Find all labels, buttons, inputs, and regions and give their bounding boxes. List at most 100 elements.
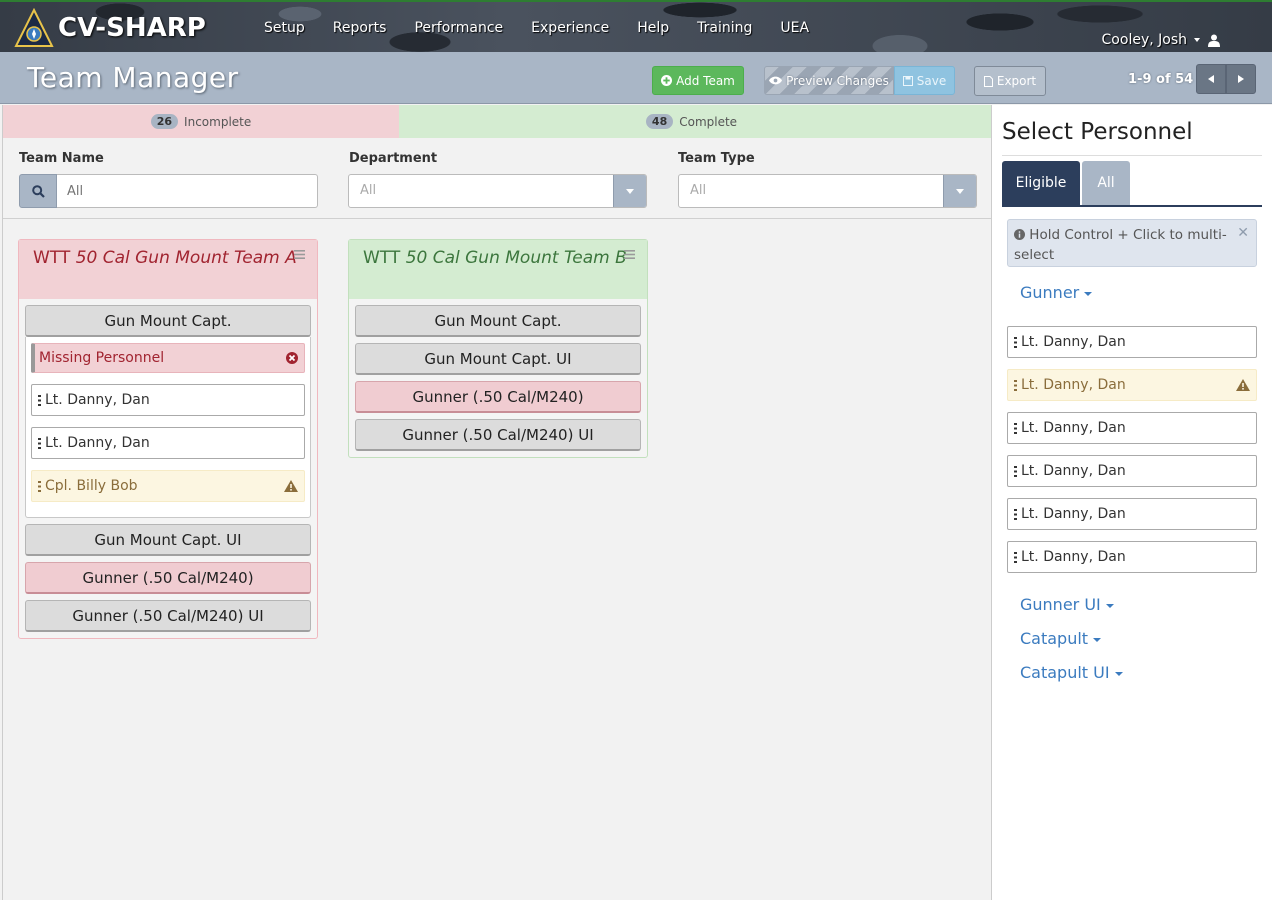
status-complete[interactable]: 48 Complete: [399, 105, 992, 138]
personnel-item[interactable]: Lt. Danny, Dan: [1007, 412, 1257, 444]
preview-label: Preview Changes: [786, 73, 889, 88]
personnel-item[interactable]: Lt. Danny, Dan: [1007, 326, 1257, 358]
role-gunner-ui[interactable]: Gunner (.50 Cal/M240) UI: [25, 600, 311, 632]
add-team-button[interactable]: Add Team: [652, 66, 744, 95]
floppy-icon: [902, 75, 913, 86]
team-name-input[interactable]: [57, 174, 318, 208]
top-navbar: CV-SHARP Setup Reports Performance Exper…: [0, 0, 1272, 52]
drag-handle-icon[interactable]: [1014, 336, 1017, 348]
user-icon: [1208, 34, 1220, 47]
remove-circle-icon[interactable]: [286, 352, 298, 364]
status-bar: 26 Incomplete 48 Complete: [3, 105, 992, 138]
personnel-item-warning[interactable]: Lt. Danny, Dan: [1007, 369, 1257, 401]
drag-handle-icon[interactable]: [38, 480, 41, 492]
nav-performance[interactable]: Performance: [400, 20, 517, 36]
caret-left-icon: [1208, 75, 1214, 83]
nav-training[interactable]: Training: [683, 20, 766, 36]
tab-eligible[interactable]: Eligible: [1002, 161, 1080, 205]
select-personnel-panel: Select Personnel Eligible All Hold Contr…: [991, 105, 1272, 900]
panel-divider: [1002, 155, 1262, 156]
info-text: Hold Control + Click to multi-select: [1014, 227, 1227, 263]
group-catapult[interactable]: Catapult: [1020, 629, 1102, 648]
person-name: Lt. Danny, Dan: [1021, 506, 1126, 522]
tab-all[interactable]: All: [1082, 161, 1130, 205]
department-select[interactable]: All: [348, 174, 647, 208]
caret-down-icon: [1105, 603, 1114, 608]
team-type-label: Team Type: [678, 151, 755, 166]
role-gun-mount-capt[interactable]: Gun Mount Capt.: [25, 305, 311, 337]
nav-help[interactable]: Help: [623, 20, 683, 36]
file-icon: [983, 75, 993, 87]
role-gunner[interactable]: Gunner (.50 Cal/M240): [355, 381, 641, 413]
hamburger-menu-icon[interactable]: [294, 250, 305, 259]
person-name: Lt. Danny, Dan: [1021, 420, 1126, 436]
drag-handle-icon[interactable]: [38, 394, 41, 406]
role-gun-mount-capt-ui[interactable]: Gun Mount Capt. UI: [355, 343, 641, 375]
role-gunner-ui[interactable]: Gunner (.50 Cal/M240) UI: [355, 419, 641, 451]
hamburger-menu-icon[interactable]: [624, 250, 635, 259]
save-button[interactable]: Save: [894, 66, 955, 95]
team-type-caret[interactable]: [943, 175, 976, 207]
info-alert: Hold Control + Click to multi-select ✕: [1007, 219, 1257, 267]
nav-reports[interactable]: Reports: [319, 20, 401, 36]
export-label: Export: [996, 74, 1037, 88]
group-label: Catapult: [1020, 629, 1089, 648]
caret-right-icon: [1238, 75, 1244, 83]
team-title-name: 50 Cal Gun Mount Team A: [75, 248, 297, 268]
user-name: Cooley, Josh: [1101, 32, 1187, 48]
personnel-item[interactable]: Lt. Danny, Dan: [1007, 541, 1257, 573]
nav-experience[interactable]: Experience: [517, 20, 623, 36]
chevron-down-icon: [626, 188, 634, 194]
role-gun-mount-capt-ui[interactable]: Gun Mount Capt. UI: [25, 524, 311, 556]
pager-range: 1-9 of 54: [1128, 72, 1194, 87]
nav-uea[interactable]: UEA: [766, 20, 823, 36]
assigned-person[interactable]: Lt. Danny, Dan: [31, 384, 305, 416]
warning-icon: [1236, 379, 1250, 391]
search-icon: [31, 184, 45, 198]
preview-changes-button[interactable]: Preview Changes: [764, 66, 894, 95]
group-catapult-ui[interactable]: Catapult UI: [1020, 663, 1123, 682]
user-menu[interactable]: Cooley, Josh: [1102, 32, 1220, 48]
add-team-label: Add Team: [676, 73, 735, 88]
export-button[interactable]: Export: [974, 66, 1046, 96]
complete-count-badge: 48: [645, 114, 674, 129]
group-label: Gunner UI: [1020, 595, 1101, 614]
role-gun-mount-capt[interactable]: Gun Mount Capt.: [355, 305, 641, 337]
team-type-value: All: [690, 183, 707, 198]
team-name-search: [19, 174, 318, 208]
department-label: Department: [349, 151, 438, 166]
role-slot-list: Missing Personnel Lt. Danny, Dan Lt. Dan…: [25, 337, 311, 518]
group-gunner[interactable]: Gunner: [1020, 283, 1093, 302]
drag-handle-icon[interactable]: [1014, 551, 1017, 563]
save-label: Save: [916, 73, 947, 88]
info-icon: [1014, 229, 1025, 240]
brand[interactable]: CV-SHARP: [14, 8, 206, 48]
assigned-person[interactable]: Lt. Danny, Dan: [31, 427, 305, 459]
drag-handle-icon[interactable]: [1014, 379, 1017, 391]
eye-icon: [769, 76, 783, 85]
drag-handle-icon[interactable]: [1014, 508, 1017, 520]
team-type-select[interactable]: All: [678, 174, 977, 208]
close-icon[interactable]: ✕: [1237, 223, 1249, 243]
nav-setup[interactable]: Setup: [250, 20, 319, 36]
warning-icon: [284, 480, 298, 492]
pager-prev-button[interactable]: [1196, 64, 1226, 94]
team-title: WTT 50 Cal Gun Mount Team A: [33, 249, 303, 268]
person-name: Cpl. Billy Bob: [45, 478, 138, 494]
drag-handle-icon[interactable]: [38, 437, 41, 449]
group-gunner-ui[interactable]: Gunner UI: [1020, 595, 1114, 614]
team-title: WTT 50 Cal Gun Mount Team B: [363, 249, 633, 268]
assigned-person-warning[interactable]: Cpl. Billy Bob: [31, 470, 305, 502]
drag-handle-icon[interactable]: [1014, 422, 1017, 434]
search-button[interactable]: [19, 174, 57, 208]
missing-personnel-slot[interactable]: Missing Personnel: [31, 343, 305, 373]
person-name: Lt. Danny, Dan: [45, 392, 150, 408]
personnel-item[interactable]: Lt. Danny, Dan: [1007, 498, 1257, 530]
pager-next-button[interactable]: [1226, 64, 1256, 94]
department-caret[interactable]: [613, 175, 646, 207]
drag-handle-icon[interactable]: [1014, 465, 1017, 477]
brand-name: CV-SHARP: [58, 13, 206, 43]
status-incomplete[interactable]: 26 Incomplete: [3, 105, 399, 138]
role-gunner[interactable]: Gunner (.50 Cal/M240): [25, 562, 311, 594]
personnel-item[interactable]: Lt. Danny, Dan: [1007, 455, 1257, 487]
